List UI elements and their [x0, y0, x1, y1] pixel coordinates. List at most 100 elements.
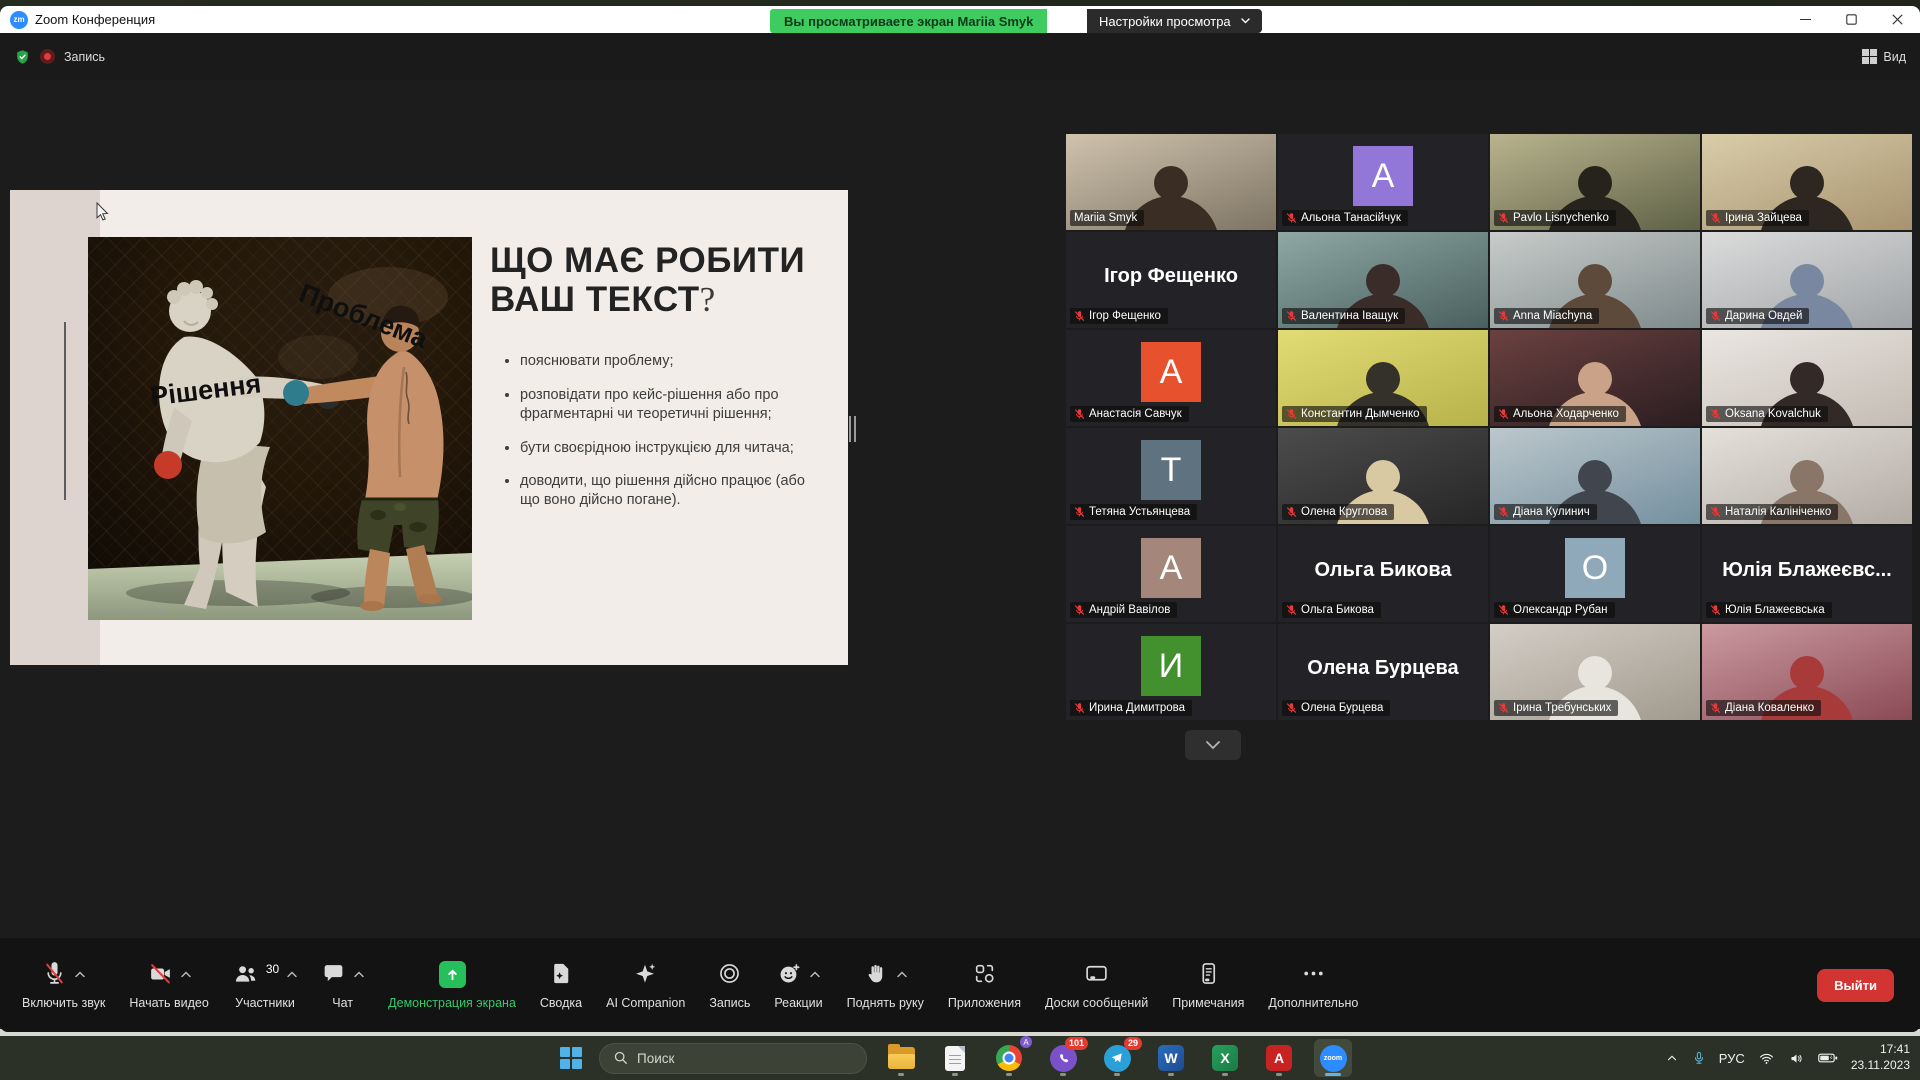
toolbar-button-whiteboards[interactable]: Доски сообщений [1033, 946, 1160, 1024]
view-settings-button[interactable]: Настройки просмотра [1087, 9, 1262, 33]
panel-resize-handle[interactable] [849, 416, 856, 442]
chevron-up-icon[interactable] [810, 971, 820, 978]
participant-tile[interactable]: Oksana Kovalchuk [1702, 330, 1912, 426]
gallery-view-icon [1862, 49, 1878, 65]
taskbar-app-viber[interactable]: 101 [1044, 1039, 1082, 1077]
taskbar-app-word[interactable]: W [1152, 1039, 1190, 1077]
keyboard-language[interactable]: РУС [1719, 1051, 1745, 1066]
participant-tile[interactable]: Олена БурцеваОлена Бурцева [1278, 624, 1488, 720]
maximize-button[interactable] [1828, 6, 1874, 33]
search-placeholder: Поиск [637, 1051, 674, 1066]
participant-tile[interactable]: Ольга БиковаОльга Бикова [1278, 526, 1488, 622]
participant-tile[interactable]: Діана Кулинич [1490, 428, 1700, 524]
participant-tile[interactable]: ТТетяна Устьянцева [1066, 428, 1276, 524]
participant-tile[interactable]: Діана Коваленко [1702, 624, 1912, 720]
participant-avatar: А [1141, 342, 1201, 402]
taskbar-app-chrome[interactable]: A [990, 1039, 1028, 1077]
participant-tile[interactable]: ААндрій Вавілов [1066, 526, 1276, 622]
participant-tile[interactable]: Ірина Зайцева [1702, 134, 1912, 230]
close-button[interactable] [1874, 6, 1920, 33]
toolbar-button-start-video[interactable]: Начать видео [117, 946, 220, 1024]
toolbar-button-label: Демонстрация экрана [388, 996, 516, 1010]
taskbar-app-excel[interactable]: X [1206, 1039, 1244, 1077]
chevron-up-icon[interactable] [287, 971, 297, 978]
toolbar-button-summary[interactable]: Сводка [528, 946, 594, 1024]
participant-name-label: Ирина Димитрова [1070, 700, 1192, 716]
muted-mic-icon [1710, 506, 1721, 518]
toolbar-button-notes[interactable]: Примечания [1160, 946, 1256, 1024]
hidden-icons-chevron-icon[interactable] [1665, 1051, 1679, 1065]
participant-tile[interactable]: Наталія Калініченко [1702, 428, 1912, 524]
participant-name-label: Валентина Іващук [1282, 308, 1405, 324]
word-icon: W [1158, 1045, 1184, 1071]
wifi-icon[interactable] [1758, 1051, 1775, 1066]
clock[interactable]: 17:41 23.11.2023 [1851, 1042, 1910, 1073]
participant-tile[interactable]: Олена Круглова [1278, 428, 1488, 524]
image-watermark: mehmetgeren.design [95, 606, 165, 615]
taskbar-search-input[interactable]: Поиск [599, 1043, 867, 1074]
participant-name-label: Константин Дымченко [1282, 406, 1427, 422]
participant-tile[interactable]: Дарина Овдей [1702, 232, 1912, 328]
participant-tile[interactable]: ООлександр Рубан [1490, 526, 1700, 622]
battery-icon[interactable] [1818, 1051, 1838, 1065]
participants-gallery: Mariia SmykААльона ТанасійчукPavlo Lisny… [1066, 134, 1912, 720]
taskbar-app-zoom[interactable]: zoom [1314, 1039, 1352, 1077]
toolbar-button-label: Чат [332, 996, 353, 1010]
participant-tile[interactable]: Константин Дымченко [1278, 330, 1488, 426]
participant-tile[interactable]: Ірина Требунських [1490, 624, 1700, 720]
microphone-tray-icon[interactable] [1692, 1050, 1706, 1066]
taskbar-app-explorer[interactable] [882, 1039, 920, 1077]
toolbar-button-record[interactable]: Запись [697, 946, 762, 1024]
toolbar-button-unmute[interactable]: Включить звук [10, 946, 117, 1024]
toolbar-button-ai-companion[interactable]: AI Companion [594, 946, 697, 1024]
gallery-next-page-button[interactable] [1185, 730, 1241, 760]
security-shield-icon[interactable] [14, 48, 31, 66]
participant-name-label: Діана Кулинич [1494, 504, 1597, 520]
muted-mic-icon [1074, 310, 1085, 322]
leave-meeting-button[interactable]: Выйти [1817, 969, 1894, 1002]
view-label: Вид [1883, 50, 1906, 64]
participant-tile[interactable]: ИИрина Димитрова [1066, 624, 1276, 720]
taskbar-app-acrobat[interactable]: A [1260, 1039, 1298, 1077]
recording-indicator-icon[interactable] [40, 49, 55, 64]
participant-tile[interactable]: ААльона Танасійчук [1278, 134, 1488, 230]
participant-tile[interactable]: Mariia Smyk [1066, 134, 1276, 230]
chevron-down-icon [1241, 18, 1250, 24]
minimize-button[interactable] [1782, 6, 1828, 33]
participant-tile[interactable]: Anna Miachyna [1490, 232, 1700, 328]
participant-tile[interactable]: Юлія Блажеєвс...Юлія Блажеєвська [1702, 526, 1912, 622]
taskbar-app-notepad[interactable] [936, 1039, 974, 1077]
chevron-up-icon[interactable] [75, 971, 85, 978]
chevron-up-icon[interactable] [181, 971, 191, 978]
taskbar-app-telegram[interactable]: 29 [1098, 1039, 1136, 1077]
toolbar-button-reactions[interactable]: Реакции [762, 946, 834, 1024]
participant-tile[interactable]: А Анастасія Савчук [1066, 330, 1276, 426]
participant-name-label: Анастасія Савчук [1070, 406, 1189, 422]
participant-tile[interactable]: Ігор ФещенкоІгор Фещенко [1066, 232, 1276, 328]
start-button[interactable] [552, 1039, 590, 1077]
meeting-header: Запись Вид [0, 33, 1920, 80]
participant-tile[interactable]: Альона Ходарченко [1490, 330, 1700, 426]
toolbar-button-apps[interactable]: Приложения [936, 946, 1033, 1024]
participant-tile[interactable]: Валентина Іващук [1278, 232, 1488, 328]
chevron-up-icon[interactable] [354, 971, 364, 978]
toolbar-button-raise-hand[interactable]: Поднять руку [835, 946, 936, 1024]
view-button[interactable]: Вид [1862, 49, 1906, 65]
slide-bullet: бути своєрідною інструкцією для читача; [520, 439, 820, 458]
whiteboards-icon [1084, 961, 1109, 989]
participants-count: 30 [266, 962, 279, 976]
toolbar-button-more[interactable]: Дополнительно [1256, 946, 1370, 1024]
desktop: zm Zoom Конференция Вы просматриваете эк… [0, 0, 1920, 1080]
toolbar-button-chat[interactable]: Чат [309, 946, 376, 1024]
muted-mic-icon [1498, 408, 1509, 420]
volume-icon[interactable] [1788, 1051, 1805, 1066]
toolbar-button-share[interactable]: Демонстрация экрана [376, 946, 528, 1024]
toolbar-button-participants[interactable]: 30Участники [221, 946, 309, 1024]
chevron-down-icon [1205, 740, 1221, 750]
participant-tile[interactable]: Pavlo Lisnychenko [1490, 134, 1700, 230]
participant-name-label: Олена Круглова [1282, 504, 1394, 520]
muted-mic-icon [1710, 408, 1721, 420]
file-explorer-icon [888, 1047, 915, 1069]
zoom-taskbar-icon: zoom [1320, 1045, 1347, 1072]
chevron-up-icon[interactable] [897, 971, 907, 978]
